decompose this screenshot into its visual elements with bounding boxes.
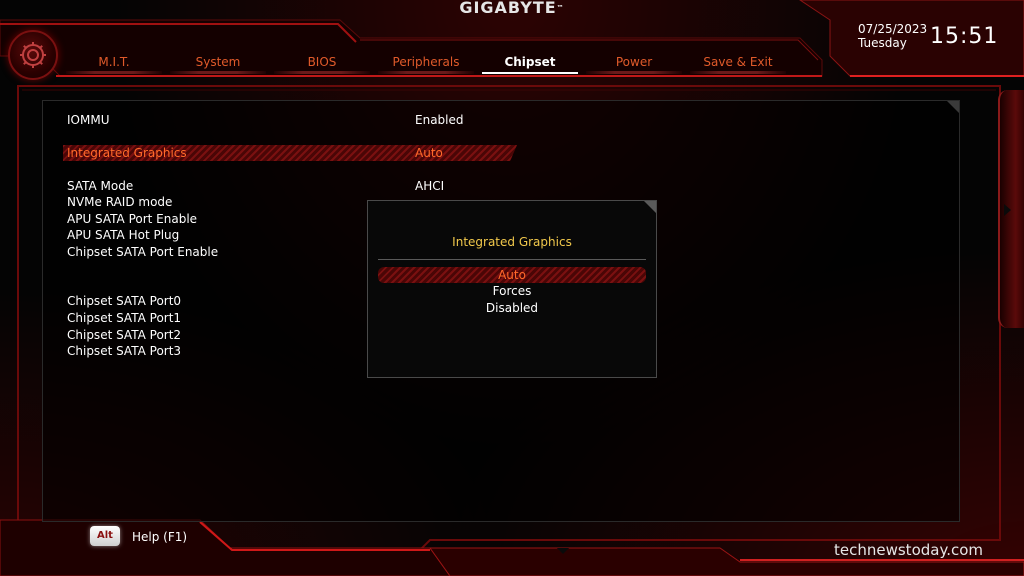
clock: 15:51 xyxy=(930,24,999,49)
option-popup: Integrated Graphics Auto Forces Disabled xyxy=(367,200,657,378)
setting-value: Auto xyxy=(415,146,443,160)
date-text: 07/25/2023 xyxy=(858,22,928,36)
date-display: 07/25/2023 Tuesday xyxy=(858,22,927,50)
brand-logo: GIGABYTE™ xyxy=(459,0,565,17)
gear-icon xyxy=(20,42,46,68)
bottom-arrow-icon xyxy=(557,548,569,554)
day-text: Tuesday xyxy=(858,36,907,50)
tab-peripherals[interactable]: Peripherals xyxy=(374,52,478,74)
tab-chipset[interactable]: Chipset xyxy=(478,52,582,74)
setting-label: NVMe RAID mode xyxy=(67,195,173,209)
setting-label: Chipset SATA Port3 xyxy=(67,344,182,358)
setting-label: Chipset SATA Port0 xyxy=(67,294,182,308)
setting-label: APU SATA Port Enable xyxy=(67,212,198,226)
setting-label: Chipset SATA Port Enable xyxy=(67,245,219,259)
tab-bios[interactable]: BIOS xyxy=(270,52,374,74)
popup-option-disabled[interactable]: Disabled xyxy=(378,300,646,316)
tab-mit[interactable]: M.I.T. xyxy=(62,52,166,74)
tab-save-exit[interactable]: Save & Exit xyxy=(686,52,790,74)
popup-corner xyxy=(644,201,656,213)
expand-arrow-icon xyxy=(1004,204,1011,216)
popup-title: Integrated Graphics xyxy=(452,235,572,249)
help-label: Help (F1) xyxy=(132,530,188,544)
panel-corner xyxy=(947,101,959,113)
alt-key-icon: Alt xyxy=(90,526,120,546)
tab-power[interactable]: Power xyxy=(582,52,686,74)
setting-label: APU SATA Hot Plug xyxy=(67,228,180,242)
side-panel-toggle[interactable] xyxy=(998,90,1024,328)
watermark: technewstoday.com xyxy=(834,541,983,559)
setting-label: Chipset SATA Port2 xyxy=(67,328,182,342)
setting-label: Chipset SATA Port1 xyxy=(67,311,182,325)
tab-system[interactable]: System xyxy=(166,52,270,74)
setting-label: Integrated Graphics xyxy=(67,146,187,160)
popup-divider xyxy=(378,259,646,260)
setting-value: AHCI xyxy=(415,179,445,193)
setting-label: SATA Mode xyxy=(67,179,134,193)
popup-option-forces[interactable]: Forces xyxy=(378,283,646,299)
popup-option-auto[interactable]: Auto xyxy=(378,267,646,283)
settings-gear-button[interactable] xyxy=(8,30,58,80)
setting-label: IOMMU xyxy=(67,113,110,127)
setting-value: Enabled xyxy=(415,113,464,127)
